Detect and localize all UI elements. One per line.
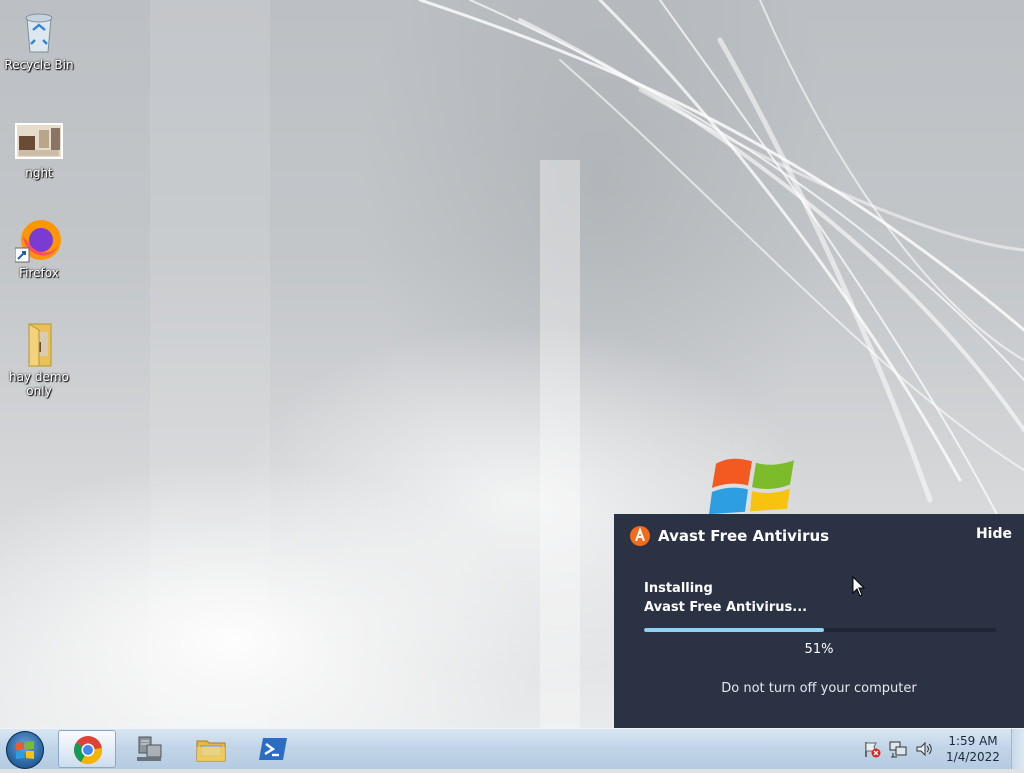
progress-percent: 51% [804, 642, 834, 657]
desktop-icon-label: Recycle Bin [4, 58, 74, 72]
avast-install-popup: Avast Free Antivirus Hide Installing Ava… [614, 514, 1024, 728]
popup-header: Avast Free Antivirus [630, 525, 829, 547]
system-tray [862, 739, 940, 759]
mouse-cursor-icon [852, 576, 866, 597]
warning-text: Do not turn off your computer [721, 681, 917, 696]
progress-fill [644, 628, 824, 632]
popup-title: Avast Free Antivirus [658, 527, 830, 545]
taskbar-chrome-button[interactable] [58, 730, 116, 768]
folder-icon [196, 740, 226, 762]
taskbar-network-tool-button[interactable] [120, 730, 178, 768]
action-center-flag-icon[interactable] [862, 739, 882, 759]
desktop-icon-firefox[interactable]: Firefox [1, 216, 77, 280]
windows-logo [709, 458, 794, 515]
taskbar-clock[interactable]: 1:59 AM 1/4/2022 [940, 733, 1006, 765]
install-status: Installing [644, 581, 713, 596]
taskbar-explorer-button[interactable] [182, 730, 240, 768]
desktop-icon-label: Firefox [19, 266, 59, 280]
network-icon[interactable] [888, 739, 908, 759]
hide-button[interactable]: Hide [976, 526, 1012, 542]
taskbar: 1:59 AM 1/4/2022 [0, 728, 1024, 769]
desktop-icon-label: nght [25, 166, 53, 180]
folder-icon [15, 320, 63, 368]
network-computer-icon [137, 736, 162, 761]
desktop-icon-label: hay demo only [9, 370, 69, 398]
show-desktop-button[interactable] [1011, 729, 1024, 769]
powershell-icon [259, 738, 287, 760]
volume-icon[interactable] [914, 739, 934, 759]
windows-start-icon[interactable] [6, 731, 44, 769]
recycle-bin-icon [15, 8, 63, 56]
chrome-icon [74, 736, 103, 764]
firefox-icon [14, 216, 63, 264]
progress-bar [644, 628, 996, 632]
taskbar-powershell-button[interactable] [244, 730, 302, 768]
avast-logo-icon [630, 526, 650, 546]
desktop-icon-hay-demo-only[interactable]: hay demo only [1, 320, 77, 398]
clock-time: 1:59 AM [948, 734, 998, 748]
install-product-name: Avast Free Antivirus... [644, 600, 808, 615]
desktop-icon-nght[interactable]: nght [1, 116, 77, 180]
desktop-icon-recycle-bin[interactable]: Recycle Bin [1, 8, 77, 72]
image-thumbnail-icon [15, 116, 63, 164]
clock-date: 1/4/2022 [946, 750, 1000, 764]
